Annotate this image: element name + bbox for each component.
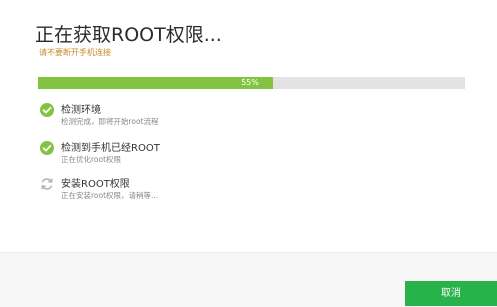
progress-bar: 55% <box>38 77 465 89</box>
step-title: 检测到手机已经ROOT <box>61 143 160 154</box>
warning-subtitle: 请不要断开手机连接 <box>39 48 111 57</box>
check-circle-icon <box>40 102 54 117</box>
step-description: 正在安装root权限，请稍等... <box>61 191 159 200</box>
refresh-icon <box>40 176 54 190</box>
check-circle-icon <box>40 140 54 155</box>
step-description: 检测完成，即将开始root流程 <box>61 117 159 126</box>
step-title: 安装ROOT权限 <box>61 179 130 190</box>
step-title: 检测环境 <box>61 105 101 116</box>
page-title: 正在获取ROOT权限... <box>35 24 222 46</box>
step-description: 正在优化root权限 <box>61 155 122 164</box>
cancel-button[interactable]: 取消 <box>405 281 497 306</box>
progress-percent: 55% <box>241 78 259 87</box>
progress-fill: 55% <box>38 77 273 89</box>
